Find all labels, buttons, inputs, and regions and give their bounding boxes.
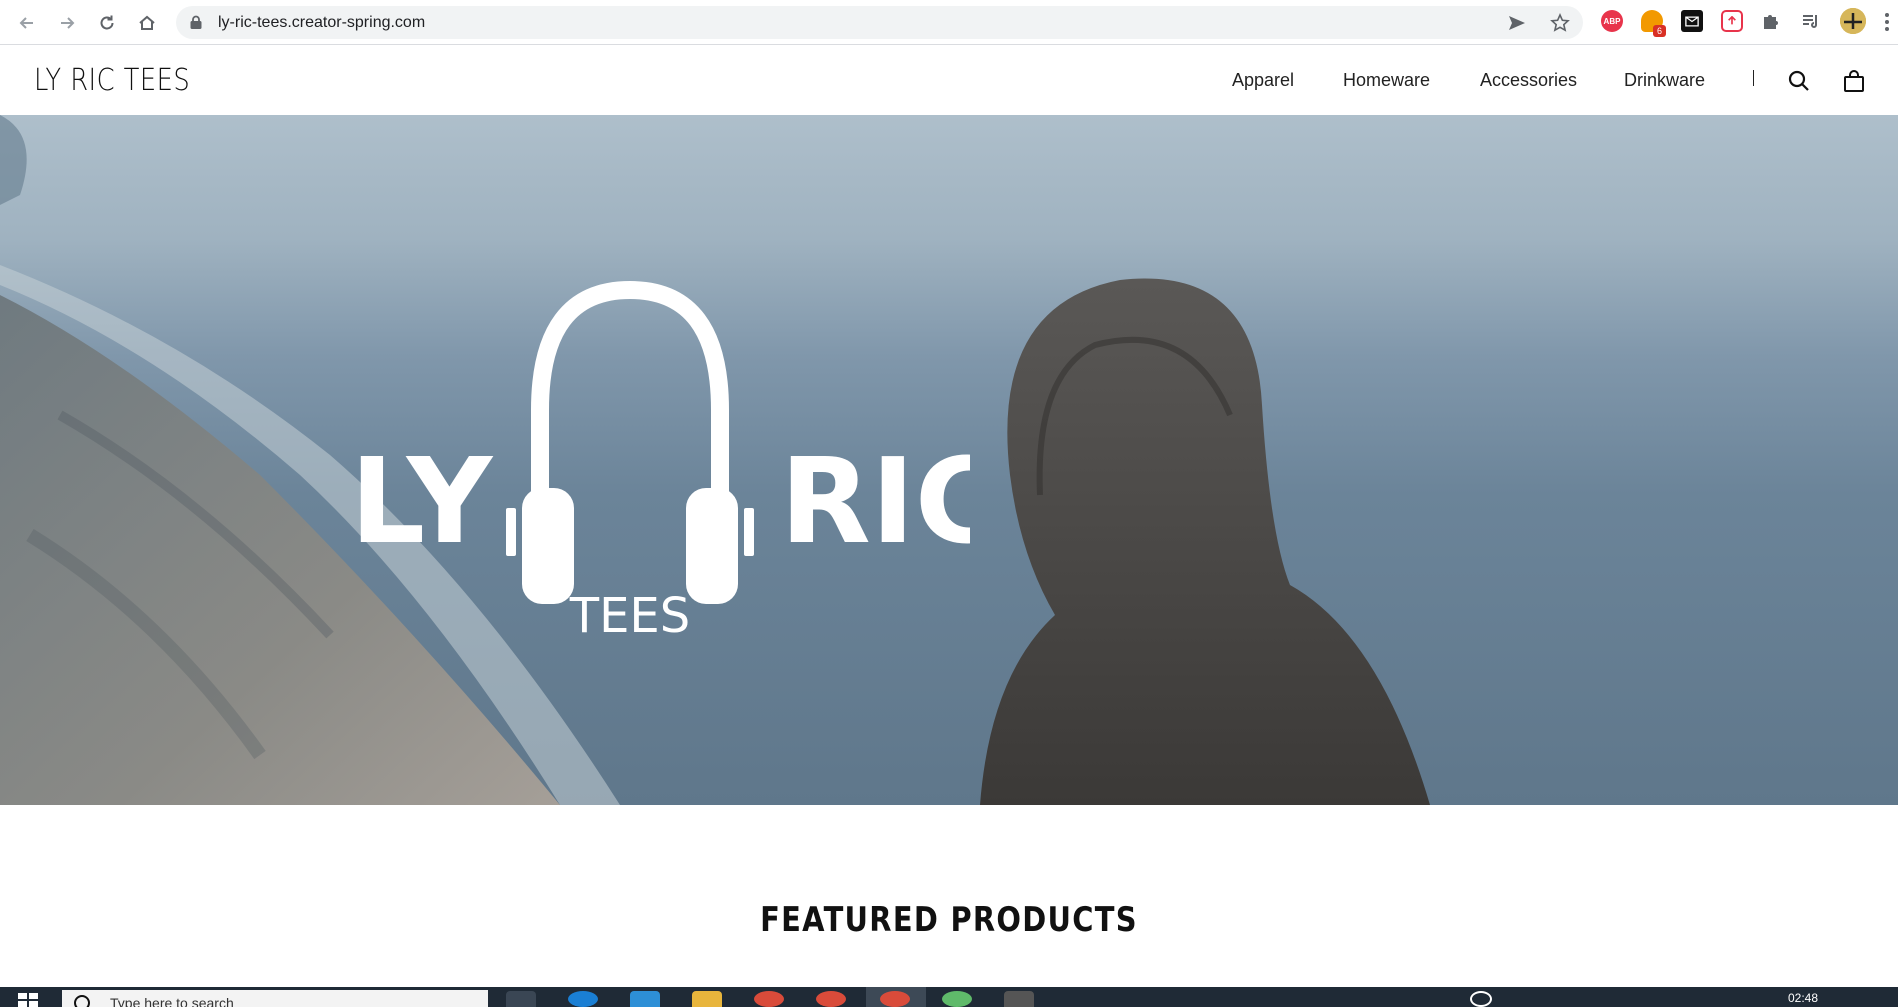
upload-extension-icon[interactable] xyxy=(1721,10,1743,32)
browser-toolbar: ly-ric-tees.creator-spring.com ABP 6 xyxy=(0,0,1898,45)
site-header: LY RIC TEES Apparel Homeware Accessories… xyxy=(0,46,1898,115)
logo-word-right: RIC xyxy=(780,432,970,570)
taskbar-clock: 02:48 xyxy=(1788,991,1819,1005)
taskbar-search-placeholder: Type here to search xyxy=(110,995,234,1007)
search-icon[interactable] xyxy=(1787,69,1811,93)
puzzle-extension-icon[interactable] xyxy=(1761,11,1781,31)
logo-word-left: LY xyxy=(350,432,494,570)
envelope-icon xyxy=(1685,15,1699,27)
logo-subtitle: TEES xyxy=(569,588,690,640)
tray-app-icon[interactable] xyxy=(1470,991,1492,1007)
brand-logo-link[interactable]: LY RIC TEES xyxy=(34,63,190,98)
profile-avatar[interactable] xyxy=(1840,8,1866,34)
envelope-extension-icon[interactable] xyxy=(1681,10,1703,32)
nav-homeware[interactable]: Homeware xyxy=(1343,70,1430,91)
headphone-left-cup-icon xyxy=(522,488,574,604)
media-extension-icon[interactable] xyxy=(1801,11,1821,31)
nav-apparel[interactable]: Apparel xyxy=(1232,70,1294,91)
green-app-icon[interactable] xyxy=(942,991,972,1007)
file-explorer-icon[interactable] xyxy=(692,991,722,1007)
nav-drinkware[interactable]: Drinkware xyxy=(1624,70,1705,91)
windows-start-icon[interactable] xyxy=(18,993,38,1007)
reload-button[interactable] xyxy=(92,8,122,38)
avatar-icon xyxy=(1840,8,1866,34)
home-icon xyxy=(139,15,155,30)
bookmark-star-icon[interactable] xyxy=(1550,13,1570,33)
upload-icon xyxy=(1728,16,1736,25)
hero-banner: LY RIC TEES xyxy=(0,115,1898,805)
back-arrow-icon xyxy=(19,17,33,29)
headphone-right-cup-icon xyxy=(686,488,738,604)
home-button[interactable] xyxy=(132,8,162,38)
chrome-icon-2[interactable] xyxy=(816,991,846,1007)
back-button[interactable] xyxy=(12,8,42,38)
forward-arrow-icon xyxy=(61,17,75,29)
nav-accessories[interactable]: Accessories xyxy=(1480,70,1577,91)
task-view-icon[interactable] xyxy=(506,991,536,1007)
address-bar[interactable]: ly-ric-tees.creator-spring.com xyxy=(176,6,1583,39)
misc-app-icon[interactable] xyxy=(1004,991,1034,1007)
abp-extension-icon[interactable]: ABP xyxy=(1601,10,1623,32)
vscode-icon[interactable] xyxy=(630,991,660,1007)
featured-products-heading: FEATURED PRODUCTS xyxy=(760,900,1138,940)
taskbar-search-icon xyxy=(74,995,90,1007)
send-icon[interactable] xyxy=(1507,13,1527,33)
extension-badge: 6 xyxy=(1653,25,1666,37)
reload-icon xyxy=(100,15,114,30)
forward-button[interactable] xyxy=(52,8,82,38)
lyric-tees-headphones-logo: LY RIC TEES xyxy=(350,280,970,640)
chrome-icon-1[interactable] xyxy=(754,991,784,1007)
taskbar-search-box[interactable]: Type here to search xyxy=(62,990,488,1007)
edge-browser-icon[interactable] xyxy=(568,991,598,1007)
url-text: ly-ric-tees.creator-spring.com xyxy=(218,14,426,31)
chrome-icon-3[interactable] xyxy=(880,991,910,1007)
shopping-bag-icon[interactable] xyxy=(1842,69,1866,93)
browser-menu-icon[interactable] xyxy=(1884,12,1890,32)
lock-icon xyxy=(190,15,202,29)
nav-divider xyxy=(1753,70,1754,86)
windows-taskbar: Type here to search 02:48 xyxy=(0,987,1898,1007)
